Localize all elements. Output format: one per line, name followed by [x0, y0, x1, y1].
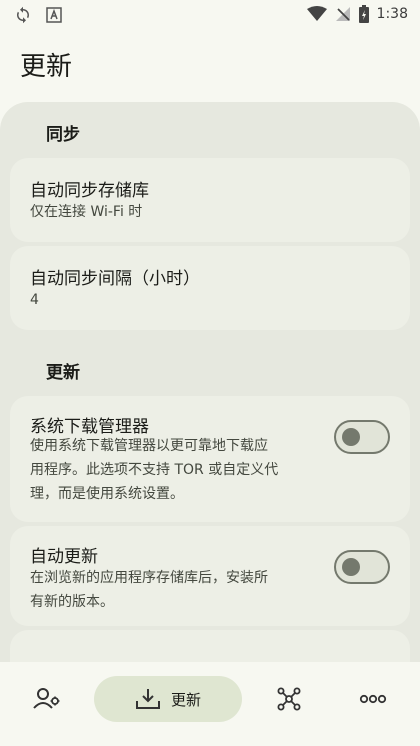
auto-sync-subtitle: 仅在连接 Wi-Fi 时 — [30, 204, 143, 220]
wifi-icon — [306, 6, 327, 21]
sync-interval-item[interactable]: 自动同步间隔（小时） 4 — [10, 246, 410, 330]
toggle-knob — [342, 428, 360, 446]
more-horizontal-icon — [359, 694, 387, 704]
status-bar: 1:38 — [0, 0, 420, 30]
system-download-manager-item[interactable]: 系统下载管理器 使用系统下载管理器以更可靠地下载应 用程序。此选项不支持 TOR… — [10, 396, 410, 522]
clock-time: 1:38 — [376, 6, 408, 22]
download-manager-toggle[interactable] — [334, 420, 390, 454]
section-header-updates: 更新 — [46, 363, 80, 383]
sync-icon — [17, 6, 29, 24]
toggle-knob — [342, 558, 360, 576]
no-signal-icon — [335, 7, 350, 21]
auto-update-title: 自动更新 — [30, 547, 98, 567]
settings-panel[interactable]: 同步 自动同步存储库 仅在连接 Wi-Fi 时 自动同步间隔（小时） 4 更新 … — [0, 102, 420, 662]
sync-interval-title: 自动同步间隔（小时） — [30, 269, 200, 289]
nav-repositories[interactable] — [266, 676, 312, 722]
auto-sync-repositories-item[interactable]: 自动同步存储库 仅在连接 Wi-Fi 时 — [10, 158, 410, 242]
profile-settings-icon — [33, 688, 60, 709]
nav-updates[interactable]: 更新 — [94, 676, 242, 722]
sync-interval-value: 4 — [30, 292, 39, 308]
auto-update-toggle[interactable] — [334, 550, 390, 584]
auto-sync-title: 自动同步存储库 — [30, 181, 149, 201]
auto-update-item[interactable]: 自动更新 在浏览新的应用程序存储库后，安装所 有新的版本。 — [10, 526, 410, 626]
download-tray-icon — [135, 689, 160, 709]
bottom-navigation: 更新 — [0, 662, 420, 746]
download-manager-subtitle: 使用系统下载管理器以更可靠地下载应 用程序。此选项不支持 TOR 或自定义代 理… — [30, 438, 279, 502]
nav-updates-label: 更新 — [170, 690, 201, 709]
auto-update-subtitle: 在浏览新的应用程序存储库后，安装所 有新的版本。 — [30, 570, 268, 610]
next-setting-item[interactable] — [10, 630, 410, 662]
network-graph-icon — [277, 687, 301, 711]
section-header-sync: 同步 — [46, 125, 80, 145]
app-a-icon — [46, 7, 62, 23]
battery-icon — [358, 5, 369, 23]
nav-more[interactable] — [350, 676, 396, 722]
page-title: 更新 — [20, 52, 73, 82]
nav-profile-settings[interactable] — [24, 676, 70, 722]
